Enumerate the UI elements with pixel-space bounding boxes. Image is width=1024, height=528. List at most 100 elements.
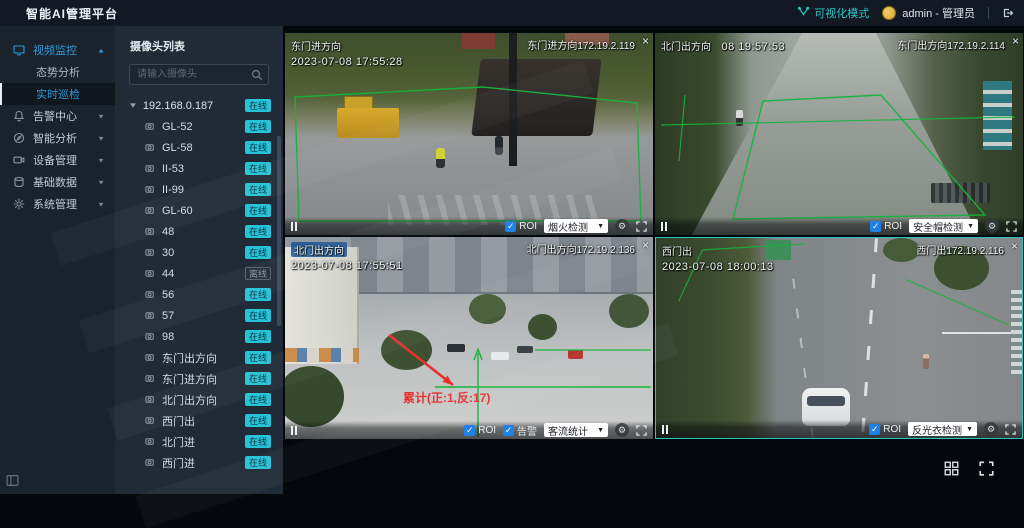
pause-button[interactable] [661,221,667,231]
video-cell-east-gate-in[interactable]: 东门进方向 2023-07-08 17:55:28 东门进方向172.19.2.… [285,33,653,235]
user-menu[interactable]: admin - 管理员 [882,5,975,21]
grid-layout-icon[interactable] [944,461,959,476]
camera-icon [145,457,156,468]
camera-name: 98 [162,330,175,343]
compass-icon [13,132,25,144]
pause-button[interactable] [291,425,297,435]
sidebar-item-smart-analysis[interactable]: 智能分析 ▼ [0,127,115,149]
page-fullscreen-icon[interactable] [979,461,994,476]
sidebar-subitem-label: 态势分析 [36,67,80,79]
roi-checkbox[interactable]: ✓ ROI [464,424,496,436]
list-item[interactable]: 98 在线 [115,326,283,347]
monitor-icon [13,44,25,56]
fullscreen-icon[interactable] [636,220,647,232]
osd-camera-name: 北门出方向 [291,242,347,257]
camera-icon [145,394,156,405]
list-item[interactable]: GL-52 在线 [115,116,283,137]
avatar [882,6,897,20]
camera-list-title: 摄像头列表 [130,41,185,53]
roi-checkbox[interactable]: ✓ ROI [869,423,901,435]
camera-icon [145,415,156,426]
roi-checkbox[interactable]: ✓ ROI [505,220,537,232]
algorithm-value: 安全帽检测 [913,222,964,234]
camera-icon [145,247,156,258]
chevron-down-icon: ▼ [597,222,604,230]
pause-button[interactable] [291,221,297,231]
settings-gear-icon[interactable]: ⚙ [615,219,629,233]
close-icon[interactable]: × [642,238,649,252]
osd-overlay: 东门进方向 2023-07-08 17:55:28 [291,37,403,68]
list-item[interactable]: 30 在线 [115,242,283,263]
sidebar-item-label: 系统管理 [33,199,77,211]
search-icon[interactable] [251,68,263,86]
list-item[interactable]: 西门出 在线 [115,410,283,431]
sidebar-collapse-icon[interactable] [6,474,19,487]
fullscreen-icon[interactable] [1006,220,1017,232]
video-cell-west-gate-out[interactable]: 西门出 2023-07-08 18:00:13 西门出172.19.2.116 … [655,237,1023,439]
alarm-checkbox[interactable]: ✓ 告警 [503,423,537,438]
roi-label: ROI [478,424,496,436]
logout-icon[interactable] [1002,7,1014,19]
list-item[interactable]: 西门进 在线 [115,452,283,473]
sidebar-item-system-management[interactable]: 系统管理 ▼ [0,193,115,215]
list-item[interactable]: 57 在线 [115,305,283,326]
camera-name: 56 [162,288,175,301]
settings-gear-icon[interactable]: ⚙ [985,219,999,233]
fullscreen-icon[interactable] [636,424,647,436]
osd-timestamp: 2023-07-08 17:55:51 [291,260,403,272]
list-item[interactable]: GL-60 在线 [115,200,283,221]
list-item[interactable]: 北门进 在线 [115,431,283,452]
sidebar-item-alert-center[interactable]: 告警中心 ▼ [0,105,115,127]
close-icon[interactable]: × [642,34,649,48]
list-item[interactable]: II-99 在线 [115,179,283,200]
sidebar-nav: 视频监控 ▲ 态势分析 实时巡检 告警中心 ▼ 智能分析 ▼ 设备管理 ▼ 基础… [0,26,115,494]
search-input[interactable] [129,64,269,85]
sidebar-item-video-monitor[interactable]: 视频监控 ▲ [0,39,115,61]
list-item[interactable]: 东门进方向 在线 [115,368,283,389]
roi-checkbox[interactable]: ✓ ROI [870,220,902,232]
visual-mode-button[interactable]: 可视化模式 [798,5,869,21]
collapse-arrow-icon[interactable]: ▼ [128,101,138,109]
settings-gear-icon[interactable]: ⚙ [615,423,629,437]
list-item[interactable]: 北门出方向 在线 [115,389,283,410]
close-icon[interactable]: × [1011,239,1018,253]
algorithm-select[interactable]: 反光衣检测 ▼ [908,422,977,437]
camera-name: 30 [162,246,175,259]
list-item[interactable]: 56 在线 [115,284,283,305]
camera-name: 北门进 [162,436,195,449]
camera-name: 西门出 [162,415,195,428]
sidebar-item-device-management[interactable]: 设备管理 ▼ [0,149,115,171]
osd-camera-name: 西门出 [662,247,692,258]
tree-root-nvr[interactable]: ▼ 192.168.0.187 在线 [115,95,283,116]
list-item[interactable]: GL-58 在线 [115,137,283,158]
chevron-up-icon: ▲ [97,46,105,54]
scrollbar-thumb[interactable] [277,136,281,326]
status-badge: 在线 [245,309,271,322]
video-cell-north-gate-out-2[interactable]: 北门出方向 2023-07-08 17:55:51 北门出方向172.19.2.… [285,237,653,439]
sidebar-item-situation-analysis[interactable]: 态势分析 [0,61,115,83]
checkbox-checked-icon: ✓ [464,424,476,436]
checkbox-checked-icon: ✓ [870,220,882,232]
camera-name: 57 [162,309,175,322]
sidebar-item-base-data[interactable]: 基础数据 ▼ [0,171,115,193]
status-badge: 在线 [245,330,271,343]
list-item[interactable]: 48 在线 [115,221,283,242]
settings-gear-icon[interactable]: ⚙ [984,422,998,436]
video-cell-north-gate-out[interactable]: 北门出方向 08 19:57:53 东门出方向172.19.2.114 × ✓ … [655,33,1023,235]
list-item[interactable]: 44 离线 [115,263,283,284]
fullscreen-icon[interactable] [1005,423,1016,435]
sidebar-item-realtime-patrol[interactable]: 实时巡检 [0,83,115,105]
list-item[interactable]: 东门出方向 在线 [115,347,283,368]
roi-label: ROI [519,220,537,232]
algorithm-select[interactable]: 客流统计 ▼ [544,423,608,438]
osd-camera-name: 北门出方向 [661,42,711,53]
camera-ip-label: 西门出172.19.2.116 [916,246,1004,257]
close-icon[interactable]: × [1012,34,1019,48]
camera-name: 东门进方向 [162,373,217,386]
list-item[interactable]: II-53 在线 [115,158,283,179]
algorithm-value: 客流统计 [548,426,588,438]
pause-button[interactable] [662,424,668,434]
algorithm-select[interactable]: 安全帽检测 ▼ [909,219,978,234]
camera-icon [145,184,156,195]
algorithm-select[interactable]: 烟火检测 ▼ [544,219,608,234]
